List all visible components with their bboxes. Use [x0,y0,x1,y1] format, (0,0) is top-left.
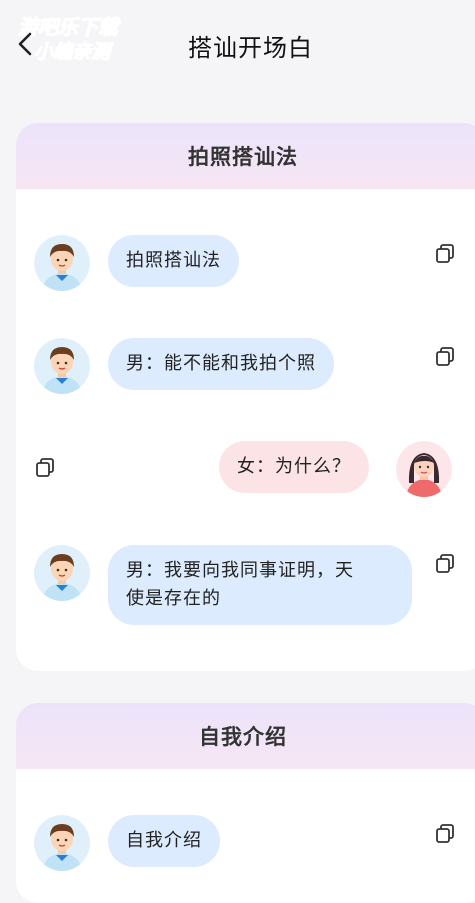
copy-icon[interactable] [434,553,456,575]
message-text-line: 使是存在的 [126,588,221,609]
page-title: 搭讪开场白 [188,34,313,62]
message-bubble[interactable]: 自我介绍 [108,815,220,867]
male-avatar [34,338,90,394]
section-title: 自我介绍 [199,725,287,749]
section-title: 拍照搭讪法 [188,145,298,169]
watermark-line2: 小编亲测 [34,41,114,63]
message-row: 拍照搭讪法 [16,233,475,293]
copy-icon[interactable] [434,243,456,265]
message-bubble[interactable]: 男：能不能和我拍个照 [108,338,334,390]
copy-icon[interactable] [434,823,456,845]
section-card-intro: 自我介绍 自我介绍 [16,703,475,903]
male-avatar [34,545,90,601]
copy-icon[interactable] [434,346,456,368]
female-avatar [396,441,452,497]
message-row: 女：为什么？ [16,439,475,499]
top-bar: 游吧乐下载 小编亲测 搭讪开场白 [0,0,475,90]
message-row: 自我介绍 [16,813,475,873]
back-button[interactable] [14,30,38,58]
message-row: 男：我要向我同事证明，天 使是存在的 [16,543,475,633]
section-header: 拍照搭讪法 [16,123,475,189]
section-header: 自我介绍 [16,703,475,769]
message-bubble[interactable]: 拍照搭讪法 [108,235,239,287]
message-bubble[interactable]: 男：我要向我同事证明，天 使是存在的 [108,545,412,625]
male-avatar [34,815,90,871]
section-card-photo: 拍照搭讪法 拍照搭讪法 男：能不能和我拍个照 女：为什么？ 男：我要向我同事证明… [16,123,475,671]
message-bubble[interactable]: 女：为什么？ [219,441,369,493]
male-avatar [34,235,90,291]
message-text-line: 男：我要向我同事证明，天 [126,560,354,581]
message-row: 男：能不能和我拍个照 [16,336,475,396]
copy-icon[interactable] [34,457,56,479]
chevron-left-icon [18,32,32,56]
